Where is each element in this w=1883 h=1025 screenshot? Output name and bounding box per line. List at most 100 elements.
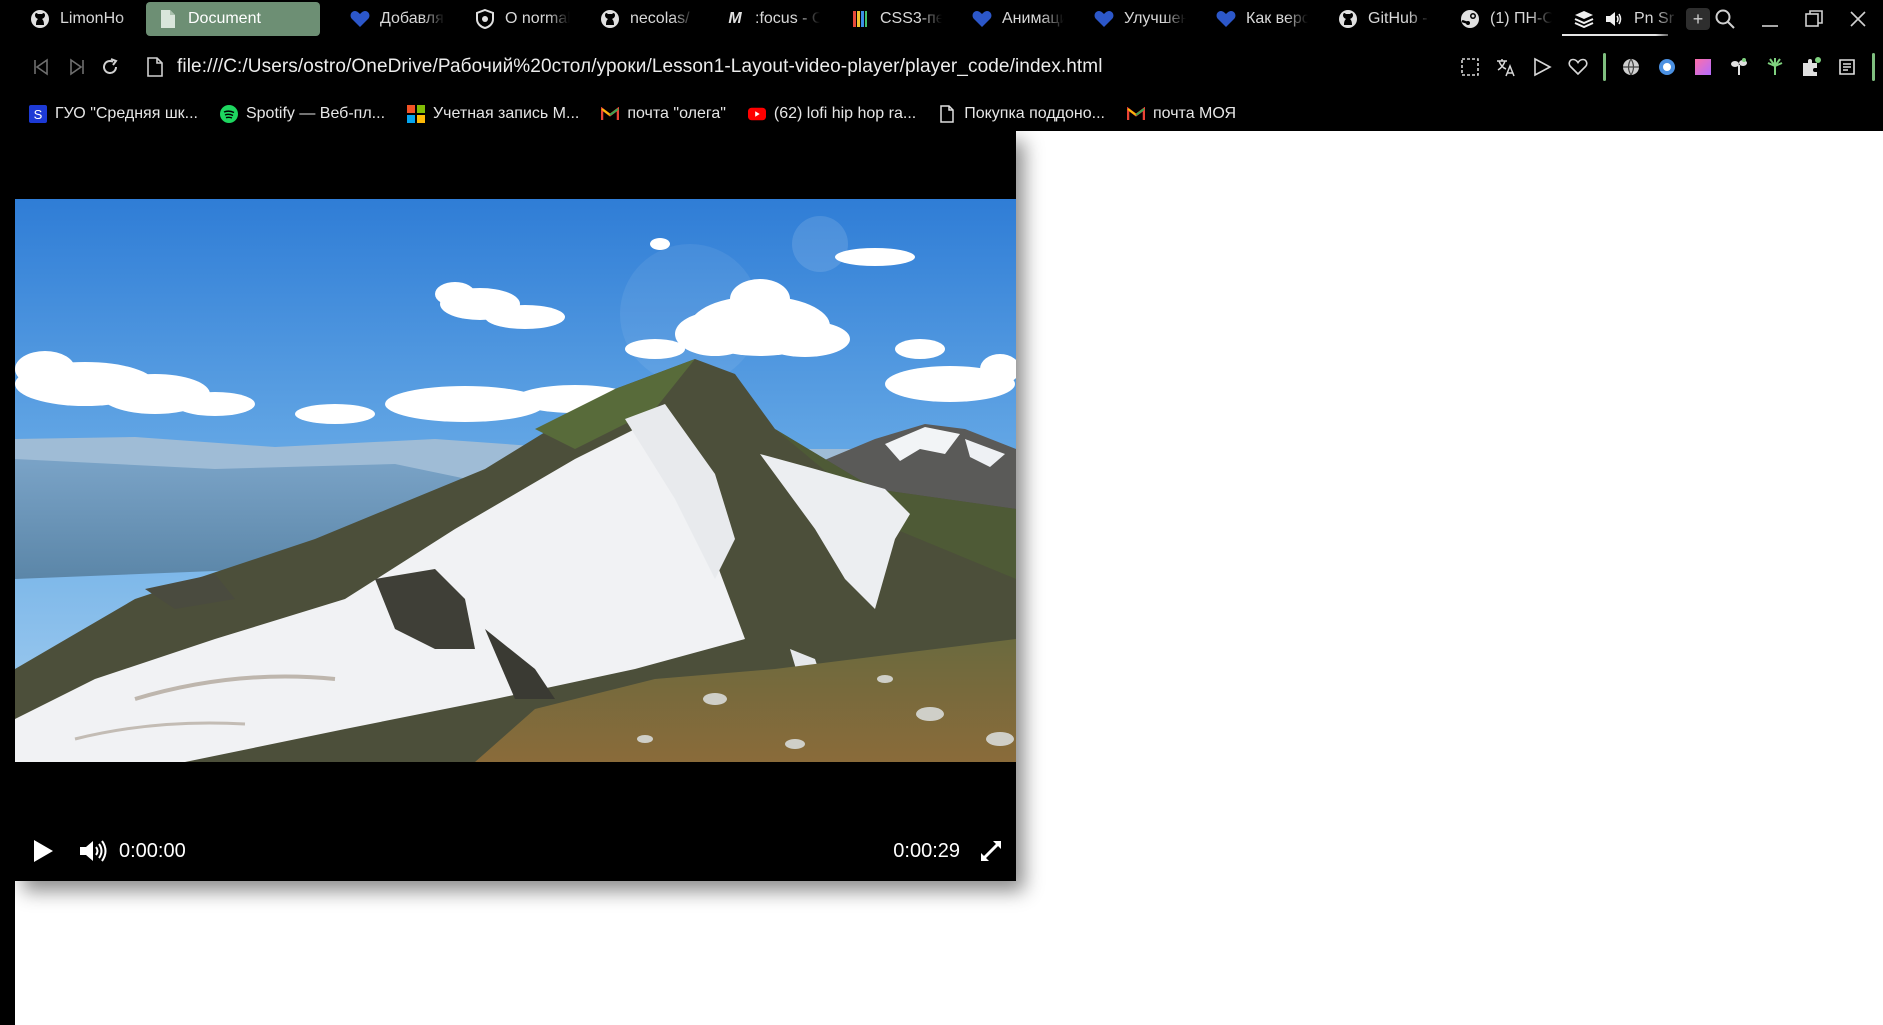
tab-animaci[interactable]: Анимаци	[942, 2, 1064, 36]
address-bar: file:///C:/Users/ostro/OneDrive/Рабочий%…	[15, 38, 1883, 96]
palm-extension-icon[interactable]	[1764, 56, 1786, 78]
tab-title: LimonHo	[60, 10, 125, 27]
puzzle-extension-icon[interactable]	[1800, 56, 1822, 78]
bookmark-microsoft[interactable]: Учетная запись М...	[407, 104, 580, 123]
spotify-icon	[219, 104, 238, 123]
fullscreen-icon	[980, 840, 1002, 862]
tab-limonho[interactable]: LimonHo	[0, 2, 146, 36]
tab-focus[interactable]: M :focus - C	[695, 2, 820, 36]
gmail-icon	[601, 105, 620, 123]
mdn-icon: M	[728, 10, 742, 27]
fullscreen-button[interactable]	[976, 836, 1006, 866]
tab-pn-s[interactable]: (1) ПН-С	[1430, 2, 1552, 36]
plus-icon: +	[1692, 8, 1704, 29]
video-frame[interactable]	[15, 199, 1016, 762]
player-controls: 0:00:00 0:00:29	[15, 821, 1016, 881]
tab-kak-vers[interactable]: Как верс	[1186, 2, 1308, 36]
stack-icon	[1574, 9, 1594, 29]
gmail-icon	[1127, 105, 1145, 123]
file-icon	[147, 57, 163, 77]
tab-title: necolas/	[630, 10, 690, 27]
back-icon	[34, 58, 48, 76]
bookmark-lofi[interactable]: (62) lofi hip hop ra...	[747, 104, 917, 123]
github-icon	[30, 9, 50, 29]
close-icon[interactable]	[1849, 10, 1867, 28]
bookmark-label: Spotify — Веб-пл...	[245, 104, 386, 122]
toolbar-edge-marker	[1872, 53, 1875, 81]
search-icon[interactable]	[1715, 9, 1735, 29]
youtube-icon	[747, 105, 766, 123]
bookmark-pallets[interactable]: Покупка поддоно...	[938, 105, 1105, 123]
play-button[interactable]	[27, 835, 59, 867]
page-icon	[158, 9, 178, 29]
forward-button[interactable]	[59, 58, 93, 76]
tab-o-normal[interactable]: О normal	[445, 2, 570, 36]
play-icon	[34, 840, 53, 862]
bookmark-label: почта "олега"	[627, 104, 726, 122]
heart-icon	[350, 9, 370, 29]
steam-icon	[1460, 9, 1480, 29]
back-button[interactable]	[25, 58, 59, 76]
heart-icon	[972, 9, 992, 29]
bookmark-label: ГУО "Средняя шк...	[55, 104, 198, 122]
gradient-extension-icon[interactable]	[1692, 56, 1714, 78]
tab-title: :focus - C	[755, 10, 820, 27]
tab-title: О normal	[505, 10, 570, 27]
tab-github[interactable]: GitHub -	[1308, 2, 1430, 36]
forward-icon	[70, 58, 84, 76]
favorite-icon[interactable]	[1567, 56, 1589, 78]
bookmark-mail-moya[interactable]: почта МОЯ	[1127, 105, 1236, 123]
globe-extension-icon[interactable]	[1620, 56, 1642, 78]
reload-button[interactable]	[93, 57, 127, 77]
volume-icon	[80, 840, 107, 862]
bookmark-label: Покупка поддоно...	[964, 104, 1105, 122]
tab-title: Улучшен	[1124, 10, 1186, 27]
restore-icon[interactable]	[1805, 10, 1823, 28]
url-field[interactable]: file:///C:/Users/ostro/OneDrive/Рабочий%…	[177, 56, 1103, 78]
s-icon: S	[29, 104, 47, 123]
tab-uluchshen[interactable]: Улучшен	[1064, 2, 1186, 36]
bookmark-label: (62) lofi hip hop ra...	[773, 104, 917, 122]
tab-title: Pn Sr	[1634, 10, 1675, 27]
tab-pn-sr[interactable]: Pn Sr	[1552, 2, 1678, 36]
tab-necolas[interactable]: necolas/	[570, 2, 695, 36]
tab-document[interactable]: Document	[146, 2, 320, 36]
bookmark-label: Учетная запись М...	[433, 104, 580, 122]
translate-icon[interactable]	[1495, 56, 1517, 78]
tab-strip: LimonHo Document Добавля О normal necola…	[0, 0, 1883, 38]
speaker-icon[interactable]	[1604, 9, 1624, 29]
css-icon	[850, 9, 870, 29]
bookmark-school[interactable]: S ГУО "Средняя шк...	[29, 104, 198, 123]
window-controls	[1715, 0, 1867, 38]
reading-list-icon[interactable]	[1836, 56, 1858, 78]
tab-title: Document	[188, 10, 261, 27]
screenshot-icon[interactable]	[1459, 56, 1481, 78]
video-player[interactable]: 0:00:00 0:00:29	[15, 131, 1016, 881]
tab-css3[interactable]: CSS3-пе	[820, 2, 942, 36]
reload-icon	[103, 58, 118, 74]
svg-text:S: S	[34, 107, 43, 122]
tab-title: GitHub -	[1368, 10, 1428, 27]
plant-extension-icon[interactable]	[1728, 56, 1750, 78]
extensions-area	[1459, 38, 1875, 96]
heart-icon	[1216, 9, 1236, 29]
github-icon	[600, 9, 620, 29]
color-picker-extension-icon[interactable]	[1656, 56, 1678, 78]
current-time: 0:00:00	[119, 839, 186, 862]
minimize-icon[interactable]	[1761, 10, 1779, 28]
bookmark-label: почта МОЯ	[1153, 104, 1237, 122]
send-icon[interactable]	[1531, 56, 1553, 78]
bookmark-mail-olega[interactable]: почта "олега"	[601, 105, 726, 123]
tab-title: Анимаци	[1002, 10, 1064, 27]
bookmarks-bar: S ГУО "Средняя шк... Spotify — Веб-пл...…	[15, 96, 1883, 131]
shield-icon	[475, 9, 495, 29]
heart-icon	[1094, 9, 1114, 29]
volume-button[interactable]	[77, 835, 109, 867]
microsoft-icon	[407, 104, 426, 123]
tab-title: (1) ПН-С	[1490, 10, 1552, 27]
window-left-edge	[0, 38, 15, 1025]
bookmark-spotify[interactable]: Spotify — Веб-пл...	[219, 104, 386, 123]
tab-dobavlya[interactable]: Добавля	[320, 2, 445, 36]
new-tab-button[interactable]: +	[1686, 8, 1710, 30]
github-icon	[1338, 9, 1358, 29]
